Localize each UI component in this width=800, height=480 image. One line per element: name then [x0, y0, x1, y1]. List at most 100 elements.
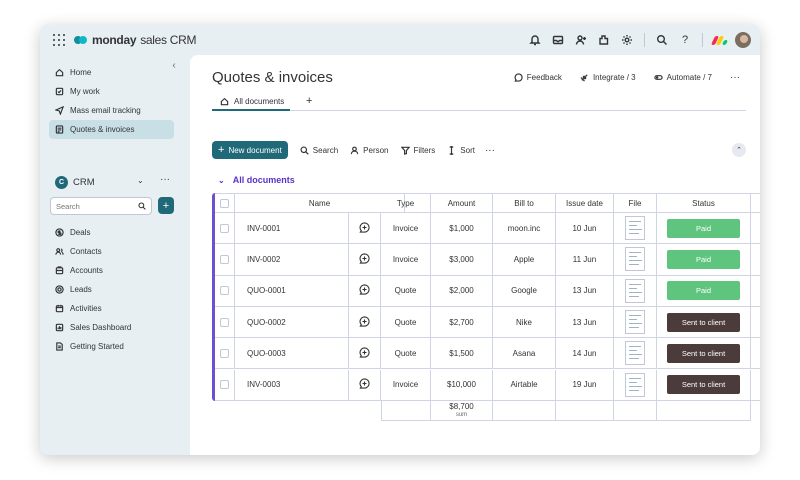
amount-cell[interactable]: $3,000 [431, 244, 493, 276]
bill-to-cell[interactable]: moon.inc [493, 213, 556, 245]
help-icon[interactable]: ? [676, 31, 694, 49]
type-cell[interactable]: Quote [381, 306, 431, 339]
sidebar-item-contacts[interactable]: Contacts [49, 242, 174, 261]
filters-button[interactable]: Filters [400, 146, 435, 155]
type-cell[interactable]: Invoice [381, 213, 431, 245]
type-cell[interactable]: Invoice [381, 369, 431, 401]
sidebar-item-my-work[interactable]: My work [49, 82, 174, 101]
add-view-button[interactable]: + [306, 95, 312, 107]
update-cell[interactable] [349, 213, 381, 245]
search-icon[interactable] [653, 31, 671, 49]
file-cell[interactable] [614, 275, 657, 307]
sidebar-item-mass-email[interactable]: Mass email tracking [49, 101, 174, 120]
status-badge[interactable]: Paid [667, 249, 740, 269]
name-cell[interactable]: QUO-0002 [235, 306, 349, 339]
more-options-icon[interactable]: ··· [160, 174, 170, 185]
add-update-icon[interactable] [359, 222, 370, 235]
bill-to-cell[interactable]: Google [493, 275, 556, 307]
status-badge[interactable]: Paid [667, 281, 740, 301]
name-cell[interactable]: QUO-0003 [235, 338, 349, 370]
name-cell[interactable]: INV-0002 [235, 244, 349, 276]
issue-date-cell[interactable]: 10 Jun [556, 213, 614, 245]
status-cell[interactable]: Sent to client [657, 369, 751, 401]
issue-date-cell[interactable]: 19 Jun [556, 369, 614, 401]
chevron-up-icon[interactable]: ⌃ [732, 143, 746, 157]
update-cell[interactable] [349, 275, 381, 307]
status-cell[interactable]: Sent to client [657, 338, 751, 370]
chevron-down-icon[interactable]: ⌄ [137, 176, 144, 185]
sort-button[interactable]: Sort [447, 145, 475, 155]
amount-cell[interactable]: $2,700 [431, 306, 493, 339]
search-button[interactable]: Search [300, 146, 338, 155]
file-thumbnail[interactable] [625, 216, 645, 241]
bill-to-cell[interactable]: Nike [493, 306, 556, 339]
sidebar-item-getting-started[interactable]: Getting Started [49, 337, 174, 356]
status-badge[interactable]: Paid [667, 218, 740, 238]
amount-cell[interactable]: $1,000 [431, 213, 493, 245]
update-cell[interactable] [349, 338, 381, 370]
column-header-name[interactable]: Name [235, 193, 405, 213]
monday-apps-logo-icon[interactable] [710, 34, 729, 46]
select-all-checkbox[interactable] [220, 198, 229, 208]
status-badge[interactable]: Sent to client [667, 312, 740, 332]
status-cell[interactable]: Paid [657, 244, 751, 276]
update-cell[interactable] [349, 306, 381, 339]
more-options-icon[interactable]: ··· [485, 145, 495, 156]
more-options-icon[interactable]: ··· [730, 72, 740, 83]
row-checkbox[interactable] [220, 254, 229, 264]
row-checkbox[interactable] [220, 380, 229, 390]
type-cell[interactable]: Quote [381, 275, 431, 307]
file-cell[interactable] [614, 306, 657, 339]
inbox-icon[interactable] [549, 31, 567, 49]
file-thumbnail[interactable] [625, 310, 645, 335]
row-checkbox[interactable] [220, 286, 229, 296]
brand-logo[interactable]: monday sales CRM [74, 33, 197, 47]
settings-icon[interactable] [618, 31, 636, 49]
column-header-issue-date[interactable]: Issue date [556, 193, 614, 213]
avatar[interactable] [734, 31, 752, 49]
sidebar-item-activities[interactable]: Activities [49, 299, 174, 318]
group-header[interactable]: ⌄ All documents [218, 175, 295, 185]
bell-icon[interactable] [526, 31, 544, 49]
bill-to-cell[interactable]: Airtable [493, 369, 556, 401]
type-cell[interactable]: Invoice [381, 244, 431, 276]
row-checkbox[interactable] [220, 348, 229, 358]
update-cell[interactable] [349, 244, 381, 276]
row-checkbox[interactable] [220, 317, 229, 327]
name-cell[interactable]: INV-0003 [235, 369, 349, 401]
add-update-icon[interactable] [359, 315, 370, 329]
person-filter-button[interactable]: Person [350, 146, 389, 155]
file-thumbnail[interactable] [625, 278, 645, 303]
file-thumbnail[interactable] [625, 247, 645, 272]
sidebar-item-home[interactable]: Home [49, 63, 174, 82]
file-cell[interactable] [614, 369, 657, 401]
integrate-button[interactable]: Integrate / 3 [580, 73, 636, 82]
amount-cell[interactable]: $2,000 [431, 275, 493, 307]
app-grid-icon[interactable] [53, 34, 65, 46]
status-cell[interactable]: Sent to client [657, 306, 751, 339]
sidebar-item-deals[interactable]: Deals [49, 223, 174, 242]
chevron-down-icon[interactable]: ⌄ [218, 176, 225, 185]
automate-button[interactable]: Automate / 7 [653, 73, 712, 82]
column-header-type[interactable]: Type [381, 193, 431, 213]
add-board-button[interactable]: + [158, 197, 174, 214]
sidebar-search[interactable] [50, 197, 152, 215]
column-header-status[interactable]: Status [657, 193, 751, 213]
apps-icon[interactable] [595, 31, 613, 49]
search-input[interactable] [56, 201, 136, 211]
file-cell[interactable] [614, 244, 657, 276]
issue-date-cell[interactable]: 13 Jun [556, 275, 614, 307]
file-cell[interactable] [614, 338, 657, 370]
issue-date-cell[interactable]: 11 Jun [556, 244, 614, 276]
tab-all-documents[interactable]: All documents [212, 93, 291, 111]
invite-icon[interactable] [572, 31, 590, 49]
add-update-icon[interactable] [359, 378, 370, 391]
status-badge[interactable]: Sent to client [667, 343, 740, 363]
workspace-selector[interactable]: C CRM [55, 176, 95, 189]
new-document-button[interactable]: + New document [212, 141, 288, 159]
file-thumbnail[interactable] [625, 372, 645, 397]
name-cell[interactable]: INV-0001 [235, 213, 349, 245]
issue-date-cell[interactable]: 14 Jun [556, 338, 614, 370]
sidebar-item-sales-dashboard[interactable]: Sales Dashboard [49, 318, 174, 337]
status-badge[interactable]: Sent to client [667, 375, 740, 395]
